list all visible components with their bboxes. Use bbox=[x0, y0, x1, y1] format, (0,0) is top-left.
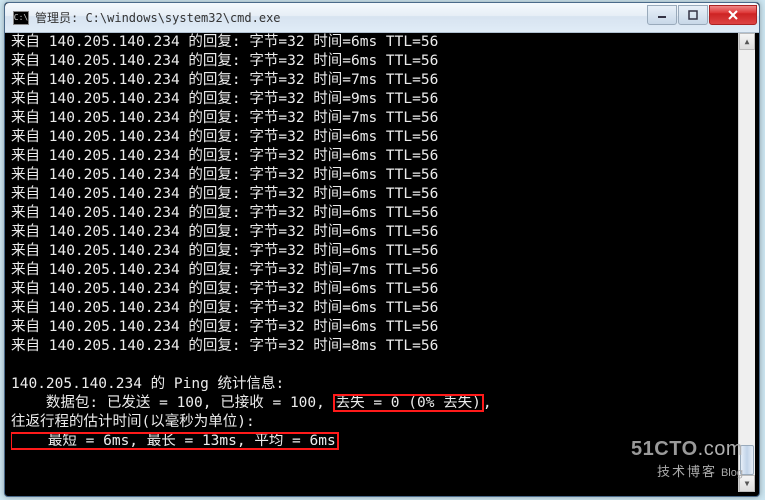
scroll-up-button[interactable]: ▲ bbox=[739, 33, 755, 50]
ping-reply-line: 来自 140.205.140.234 的回复: 字节=32 时间=6ms TTL… bbox=[11, 299, 737, 318]
ping-reply-line: 来自 140.205.140.234 的回复: 字节=32 时间=6ms TTL… bbox=[11, 185, 737, 204]
rtt-highlight: 最短 = 6ms, 最长 = 13ms, 平均 = 6ms bbox=[11, 433, 338, 449]
minimize-button[interactable] bbox=[647, 5, 677, 25]
ping-reply-line: 来自 140.205.140.234 的回复: 字节=32 时间=8ms TTL… bbox=[11, 337, 737, 356]
stats-rtt-values: 最短 = 6ms, 最长 = 13ms, 平均 = 6ms bbox=[11, 432, 737, 451]
ping-reply-line: 来自 140.205.140.234 的回复: 字节=32 时间=6ms TTL… bbox=[11, 204, 737, 223]
ping-reply-line: 来自 140.205.140.234 的回复: 字节=32 时间=6ms TTL… bbox=[11, 223, 737, 242]
window-title: 管理员: C:\windows\system32\cmd.exe bbox=[35, 9, 646, 26]
vertical-scrollbar[interactable]: ▲ ▼ bbox=[738, 33, 755, 492]
ping-reply-line: 来自 140.205.140.234 的回复: 字节=32 时间=6ms TTL… bbox=[11, 33, 737, 52]
scroll-track[interactable] bbox=[739, 50, 755, 475]
cmd-icon: C:\ bbox=[13, 11, 29, 25]
titlebar[interactable]: C:\ 管理员: C:\windows\system32\cmd.exe bbox=[5, 3, 759, 33]
stats-rtt-label: 往返行程的估计时间(以毫秒为单位): bbox=[11, 413, 737, 432]
scroll-thumb[interactable] bbox=[740, 445, 754, 475]
cmd-window: C:\ 管理员: C:\windows\system32\cmd.exe 来自 … bbox=[4, 2, 760, 497]
maximize-button[interactable] bbox=[678, 5, 708, 25]
ping-reply-line: 来自 140.205.140.234 的回复: 字节=32 时间=6ms TTL… bbox=[11, 318, 737, 337]
loss-highlight: 丢失 = 0 (0% 丢失) bbox=[334, 395, 483, 411]
ping-reply-line: 来自 140.205.140.234 的回复: 字节=32 时间=6ms TTL… bbox=[11, 147, 737, 166]
ping-reply-line: 来自 140.205.140.234 的回复: 字节=32 时间=7ms TTL… bbox=[11, 109, 737, 128]
close-button[interactable] bbox=[709, 5, 757, 25]
terminal-output: 来自 140.205.140.234 的回复: 字节=32 时间=6ms TTL… bbox=[11, 33, 737, 492]
ping-reply-line: 来自 140.205.140.234 的回复: 字节=32 时间=6ms TTL… bbox=[11, 52, 737, 71]
stats-header: 140.205.140.234 的 Ping 统计信息: bbox=[11, 375, 737, 394]
ping-reply-line: 来自 140.205.140.234 的回复: 字节=32 时间=9ms TTL… bbox=[11, 90, 737, 109]
ping-reply-line: 来自 140.205.140.234 的回复: 字节=32 时间=6ms TTL… bbox=[11, 242, 737, 261]
terminal: 来自 140.205.140.234 的回复: 字节=32 时间=6ms TTL… bbox=[9, 33, 755, 492]
ping-reply-line: 来自 140.205.140.234 的回复: 字节=32 时间=7ms TTL… bbox=[11, 261, 737, 280]
ping-reply-line: 来自 140.205.140.234 的回复: 字节=32 时间=7ms TTL… bbox=[11, 71, 737, 90]
stats-packets: 数据包: 已发送 = 100, 已接收 = 100, 丢失 = 0 (0% 丢失… bbox=[11, 394, 737, 413]
ping-reply-line: 来自 140.205.140.234 的回复: 字节=32 时间=6ms TTL… bbox=[11, 128, 737, 147]
window-controls bbox=[646, 5, 757, 25]
scroll-down-button[interactable]: ▼ bbox=[739, 475, 755, 492]
ping-reply-line: 来自 140.205.140.234 的回复: 字节=32 时间=6ms TTL… bbox=[11, 166, 737, 185]
ping-reply-line: 来自 140.205.140.234 的回复: 字节=32 时间=6ms TTL… bbox=[11, 280, 737, 299]
blank-line bbox=[11, 356, 737, 375]
